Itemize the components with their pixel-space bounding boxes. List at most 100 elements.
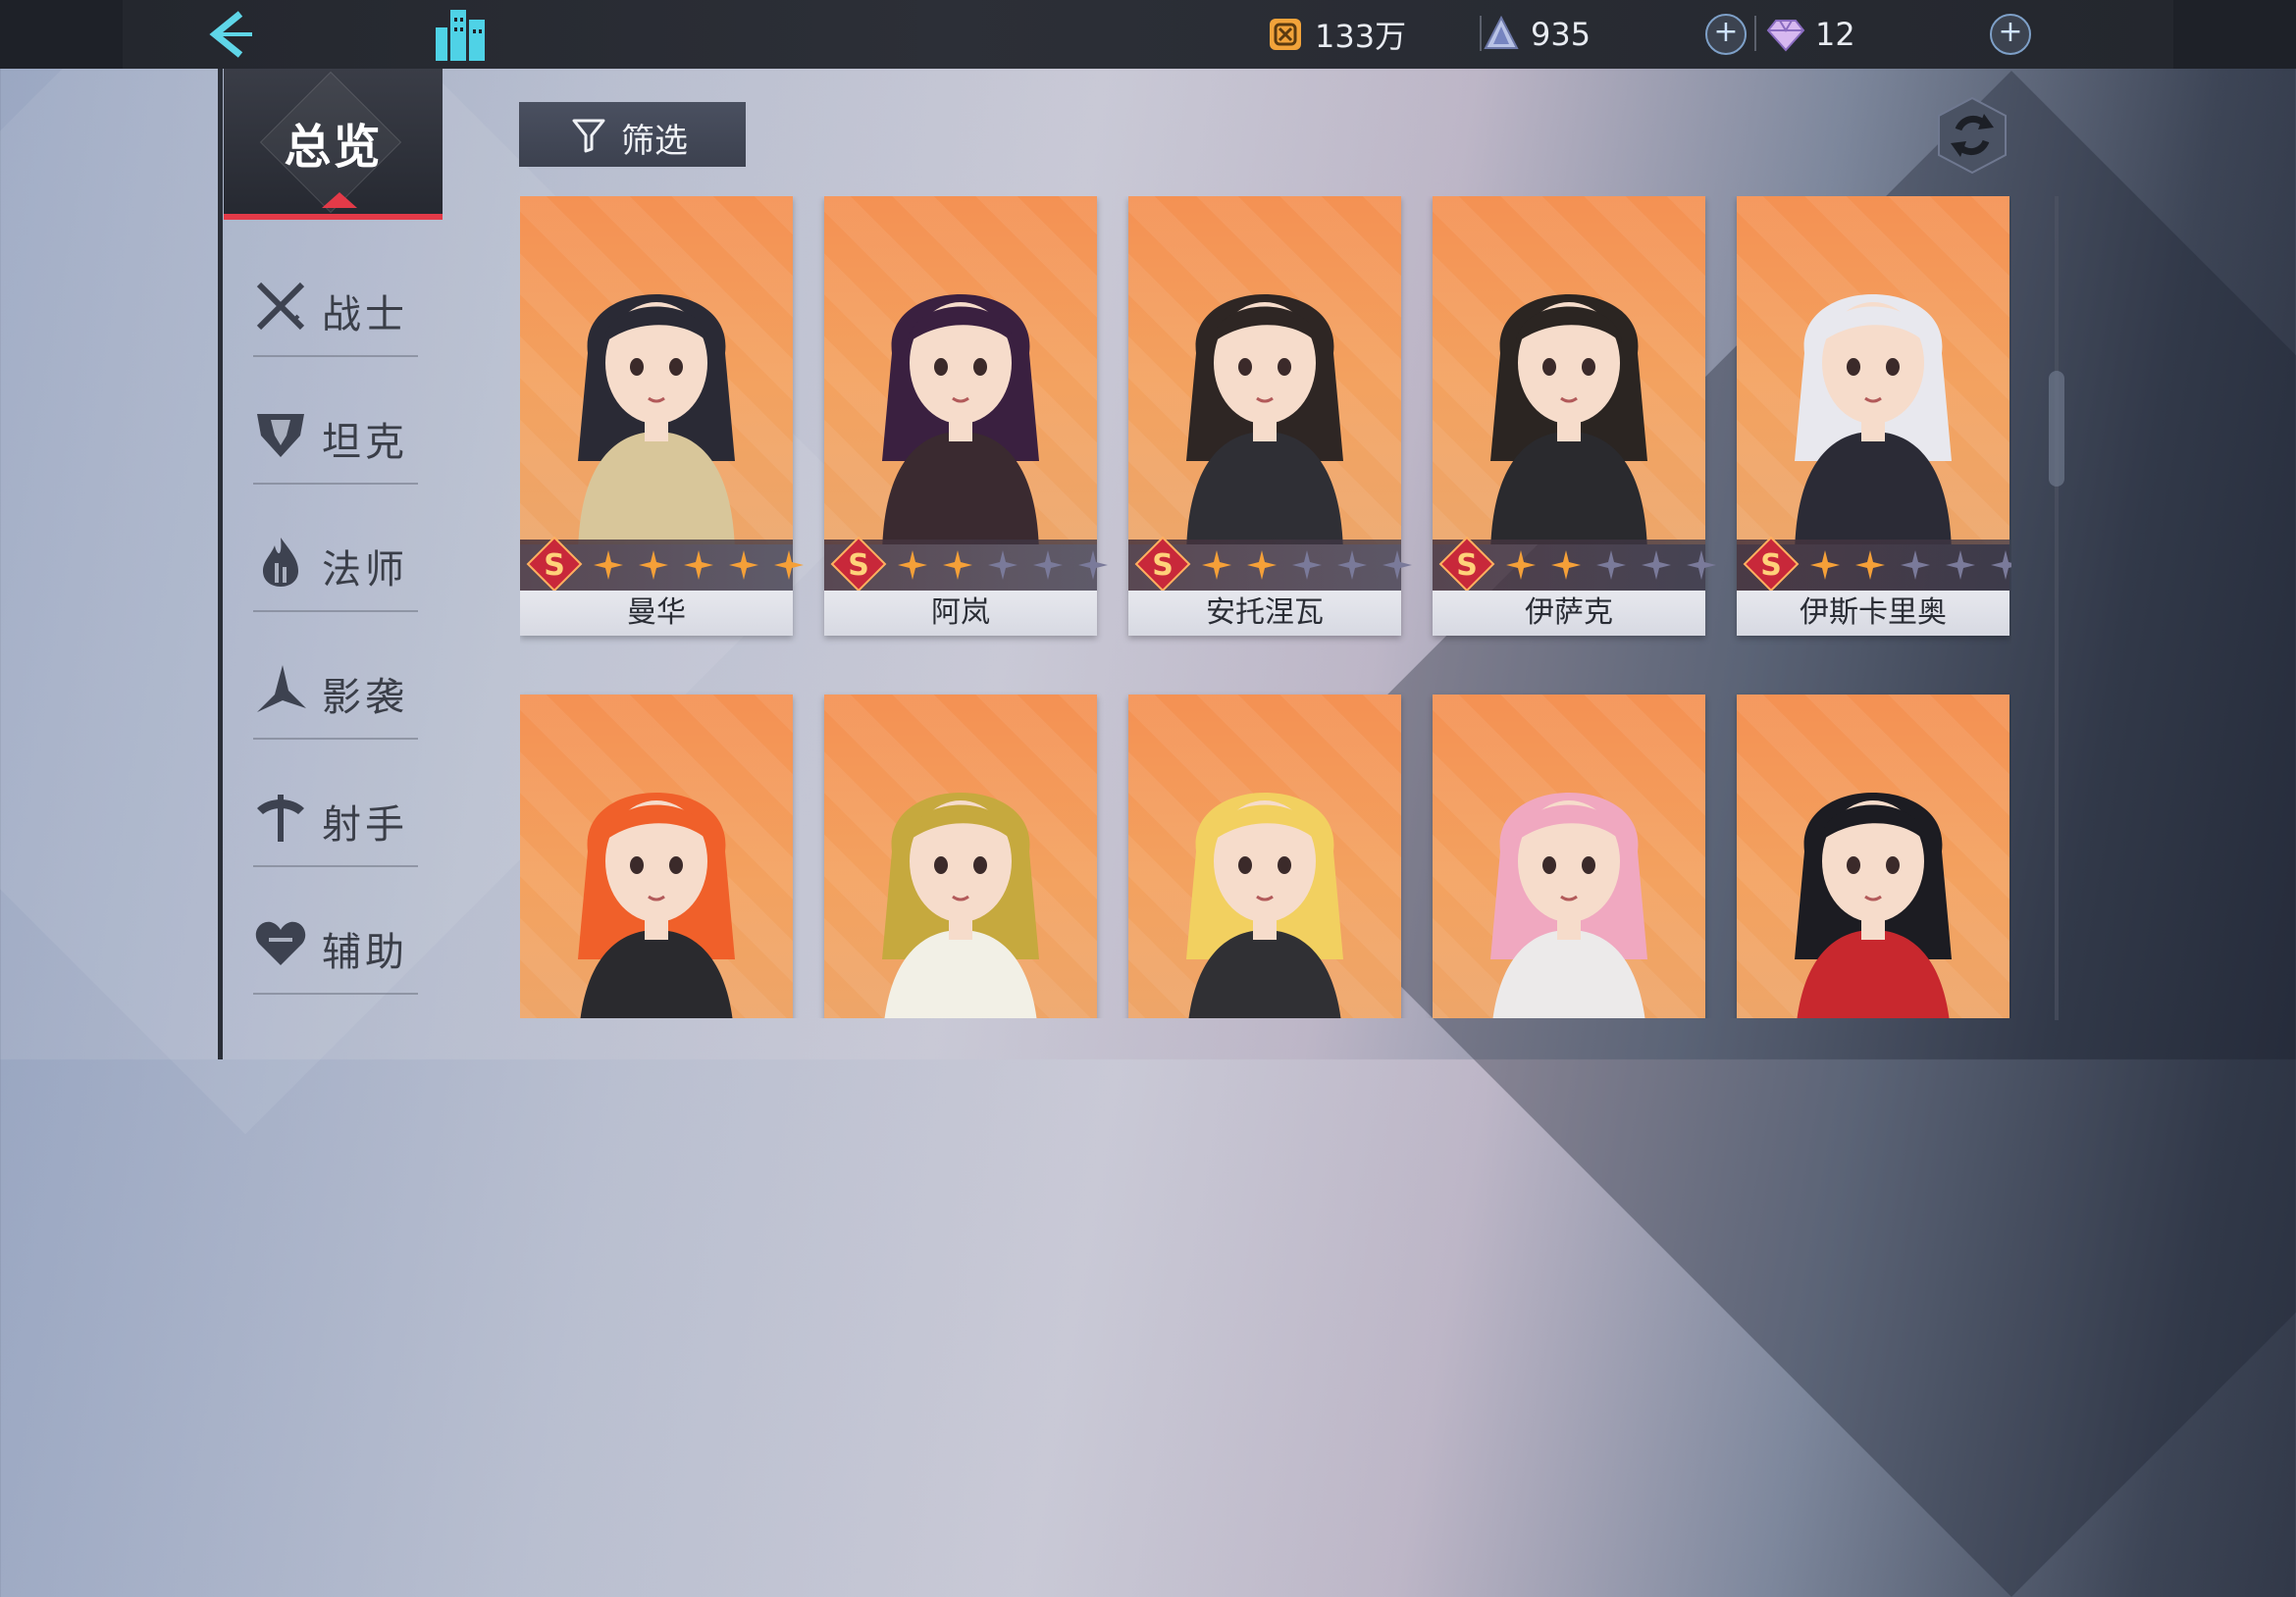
tab-assassin-label: 影袭 bbox=[322, 675, 408, 720]
rank-s-badge-icon: S bbox=[830, 536, 887, 592]
tab-warrior[interactable]: 战士 bbox=[253, 261, 418, 357]
star-icon bbox=[988, 550, 1018, 580]
rank-letter: S bbox=[544, 548, 565, 583]
refresh-button[interactable] bbox=[1937, 96, 2008, 175]
hero-card[interactable] bbox=[1737, 695, 2009, 1018]
hero-portrait bbox=[1433, 695, 1705, 1018]
hero-portrait bbox=[1433, 196, 1705, 544]
star-icon bbox=[1596, 550, 1626, 580]
hero-name: 伊萨克 bbox=[1433, 591, 1705, 636]
hero-card[interactable]: S 伊斯卡里奥 bbox=[1737, 196, 2011, 636]
diamond-gem-icon bbox=[1766, 20, 1805, 52]
tab-marksman[interactable]: 射手 bbox=[253, 771, 418, 867]
star-icon bbox=[1247, 550, 1277, 580]
city-button[interactable] bbox=[432, 4, 491, 65]
hero-name: 伊斯卡里奥 bbox=[1737, 591, 2009, 636]
tab-overview[interactable]: 总览 bbox=[224, 69, 443, 220]
hero-card[interactable]: S 阿岚 bbox=[824, 196, 1108, 636]
hero-figure bbox=[578, 793, 735, 1018]
star-icon bbox=[1033, 550, 1063, 580]
star-icon bbox=[1642, 550, 1671, 580]
add-gems-button[interactable]: + bbox=[1990, 14, 2031, 55]
hero-portrait bbox=[520, 695, 793, 1018]
star-icon bbox=[1687, 550, 1716, 580]
star-rating bbox=[1505, 549, 1717, 583]
hero-card[interactable] bbox=[824, 695, 1097, 1018]
star-rating bbox=[897, 549, 1109, 583]
star-icon bbox=[729, 550, 758, 580]
star-icon bbox=[1506, 550, 1536, 580]
rank-letter: S bbox=[848, 548, 869, 583]
star-icon bbox=[594, 550, 623, 580]
star-icon bbox=[1810, 550, 1840, 580]
top-bar bbox=[0, 0, 2296, 69]
hero-grid: S 曼华 S 阿岚 S 安托涅瓦 S 伊萨克 S 伊斯卡里奥 bbox=[520, 196, 2011, 1018]
gold-value: 133万 bbox=[1315, 18, 1407, 55]
crossed-swords-icon bbox=[256, 282, 305, 331]
gem-value: 12 bbox=[1815, 16, 1855, 53]
magic-flame-icon bbox=[263, 538, 298, 587]
hero-card[interactable]: S 伊萨克 bbox=[1433, 196, 1716, 636]
hero-card[interactable] bbox=[1128, 695, 1401, 1018]
star-icon bbox=[1901, 550, 1930, 580]
hero-portrait bbox=[1737, 695, 2009, 1018]
shield-armor-icon bbox=[257, 414, 304, 457]
tab-tank[interactable]: 坦克 bbox=[253, 388, 418, 485]
add-stamina-button[interactable]: + bbox=[1705, 14, 1747, 55]
refresh-cycle-icon bbox=[1938, 96, 2007, 175]
scrollbar-track[interactable] bbox=[2055, 196, 2059, 1020]
tab-support[interactable]: 辅助 bbox=[253, 899, 418, 995]
star-icon bbox=[639, 550, 668, 580]
hero-figure bbox=[1795, 793, 1952, 1018]
tab-mage[interactable]: 法师 bbox=[253, 516, 418, 612]
tab-assassin[interactable]: 影袭 bbox=[253, 644, 418, 740]
star-icon bbox=[774, 550, 804, 580]
filter-button[interactable]: 筛选 bbox=[519, 102, 746, 167]
filter-label: 筛选 bbox=[621, 122, 688, 161]
hero-name: 安托涅瓦 bbox=[1128, 591, 1401, 636]
tab-mage-label: 法师 bbox=[322, 547, 408, 592]
rank-bar: S bbox=[1128, 536, 1412, 592]
hero-name: 阿岚 bbox=[824, 591, 1097, 636]
tab-tank-label: 坦克 bbox=[322, 420, 408, 465]
city-buildings-icon bbox=[436, 10, 485, 61]
hero-figure bbox=[1186, 294, 1343, 544]
heart-icon bbox=[255, 921, 306, 965]
star-icon bbox=[1855, 550, 1885, 580]
star-icon bbox=[1551, 550, 1581, 580]
hero-card[interactable]: S 安托涅瓦 bbox=[1128, 196, 1412, 636]
stamina-crystal-icon bbox=[1484, 15, 1519, 49]
hero-portrait bbox=[824, 196, 1097, 544]
crossbow-icon bbox=[257, 795, 304, 842]
star-icon bbox=[1292, 550, 1322, 580]
star-rating bbox=[593, 549, 805, 583]
tab-marksman-label: 射手 bbox=[322, 802, 408, 848]
gold-counter: 133万 bbox=[1266, 12, 1406, 57]
hero-card[interactable] bbox=[1433, 695, 1705, 1018]
funnel-filter-icon bbox=[572, 119, 605, 153]
top-bar-inner bbox=[123, 0, 2173, 69]
hero-card[interactable] bbox=[520, 695, 793, 1018]
hero-figure bbox=[1490, 793, 1647, 1018]
star-icon bbox=[684, 550, 713, 580]
hero-card[interactable]: S 曼华 bbox=[520, 196, 804, 636]
gold-coin-icon bbox=[1270, 19, 1301, 50]
star-icon bbox=[1946, 550, 1975, 580]
hero-figure bbox=[882, 294, 1039, 544]
star-rating bbox=[1201, 549, 1413, 583]
rank-letter: S bbox=[1152, 548, 1174, 583]
rank-letter: S bbox=[1456, 548, 1478, 583]
star-icon bbox=[943, 550, 972, 580]
gem-counter: 12 bbox=[1766, 12, 1855, 57]
hero-portrait bbox=[1128, 196, 1401, 544]
stamina-value: 935 bbox=[1531, 16, 1592, 53]
scrollbar-thumb[interactable] bbox=[2049, 371, 2064, 487]
tab-warrior-label: 战士 bbox=[322, 292, 408, 337]
rank-letter: S bbox=[1760, 548, 1782, 583]
hero-figure bbox=[578, 294, 735, 544]
hero-figure bbox=[1490, 294, 1647, 544]
hero-figure bbox=[1795, 294, 1952, 544]
star-icon bbox=[1078, 550, 1108, 580]
back-button[interactable] bbox=[201, 8, 260, 61]
rank-s-badge-icon: S bbox=[526, 536, 583, 592]
